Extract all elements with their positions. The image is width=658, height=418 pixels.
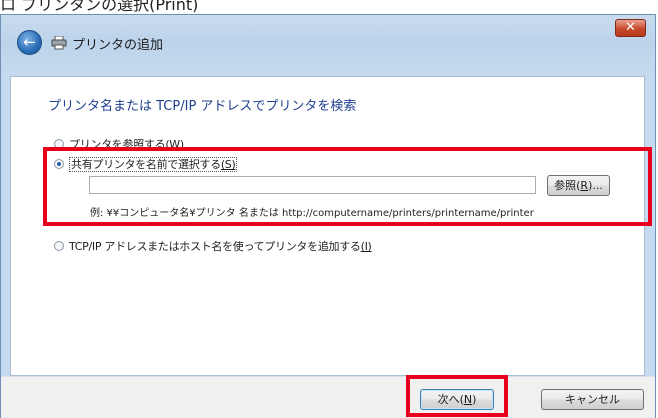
page-heading: プリンタ名または TCP/IP アドレスでプリンタを検索 [48,99,357,114]
option-shared-printer[interactable]: 共有プリンタを名前で選択する(S) [54,156,238,172]
option-shared-label: 共有プリンタを名前で選択する(S) [69,157,238,172]
close-button[interactable]: ✕ [615,19,646,37]
printer-icon [51,36,67,50]
option-browse-printer[interactable]: プリンタを参照する(W) [54,136,184,152]
cancel-button[interactable]: キャンセル [541,389,644,410]
example-path-text: 例: ¥¥コンピュータ名¥プリンタ 名または http://computerna… [90,208,534,219]
window-title: プリンタの追加 [72,38,164,53]
back-button[interactable]: ← [17,30,42,55]
browse-button[interactable]: 参照(R)... [547,175,610,196]
content-panel [10,76,645,376]
option-tcpip-label: TCP/IP アドレスまたはホスト名を使ってプリンタを追加する(I) [69,240,372,253]
radio-tcpip[interactable] [54,241,64,251]
radio-browse[interactable] [54,139,64,149]
option-tcpip[interactable]: TCP/IP アドレスまたはホスト名を使ってプリンタを追加する(I) [54,238,372,254]
option-browse-label: プリンタを参照する(W) [69,138,184,151]
next-button[interactable]: 次へ(N) [420,389,494,410]
cropped-caption: ロ ブリンタンの選択(Print) [0,0,199,14]
close-icon: ✕ [625,20,636,35]
shared-printer-name-input[interactable] [89,176,536,194]
back-arrow-icon: ← [23,33,36,51]
radio-shared[interactable] [54,159,64,169]
